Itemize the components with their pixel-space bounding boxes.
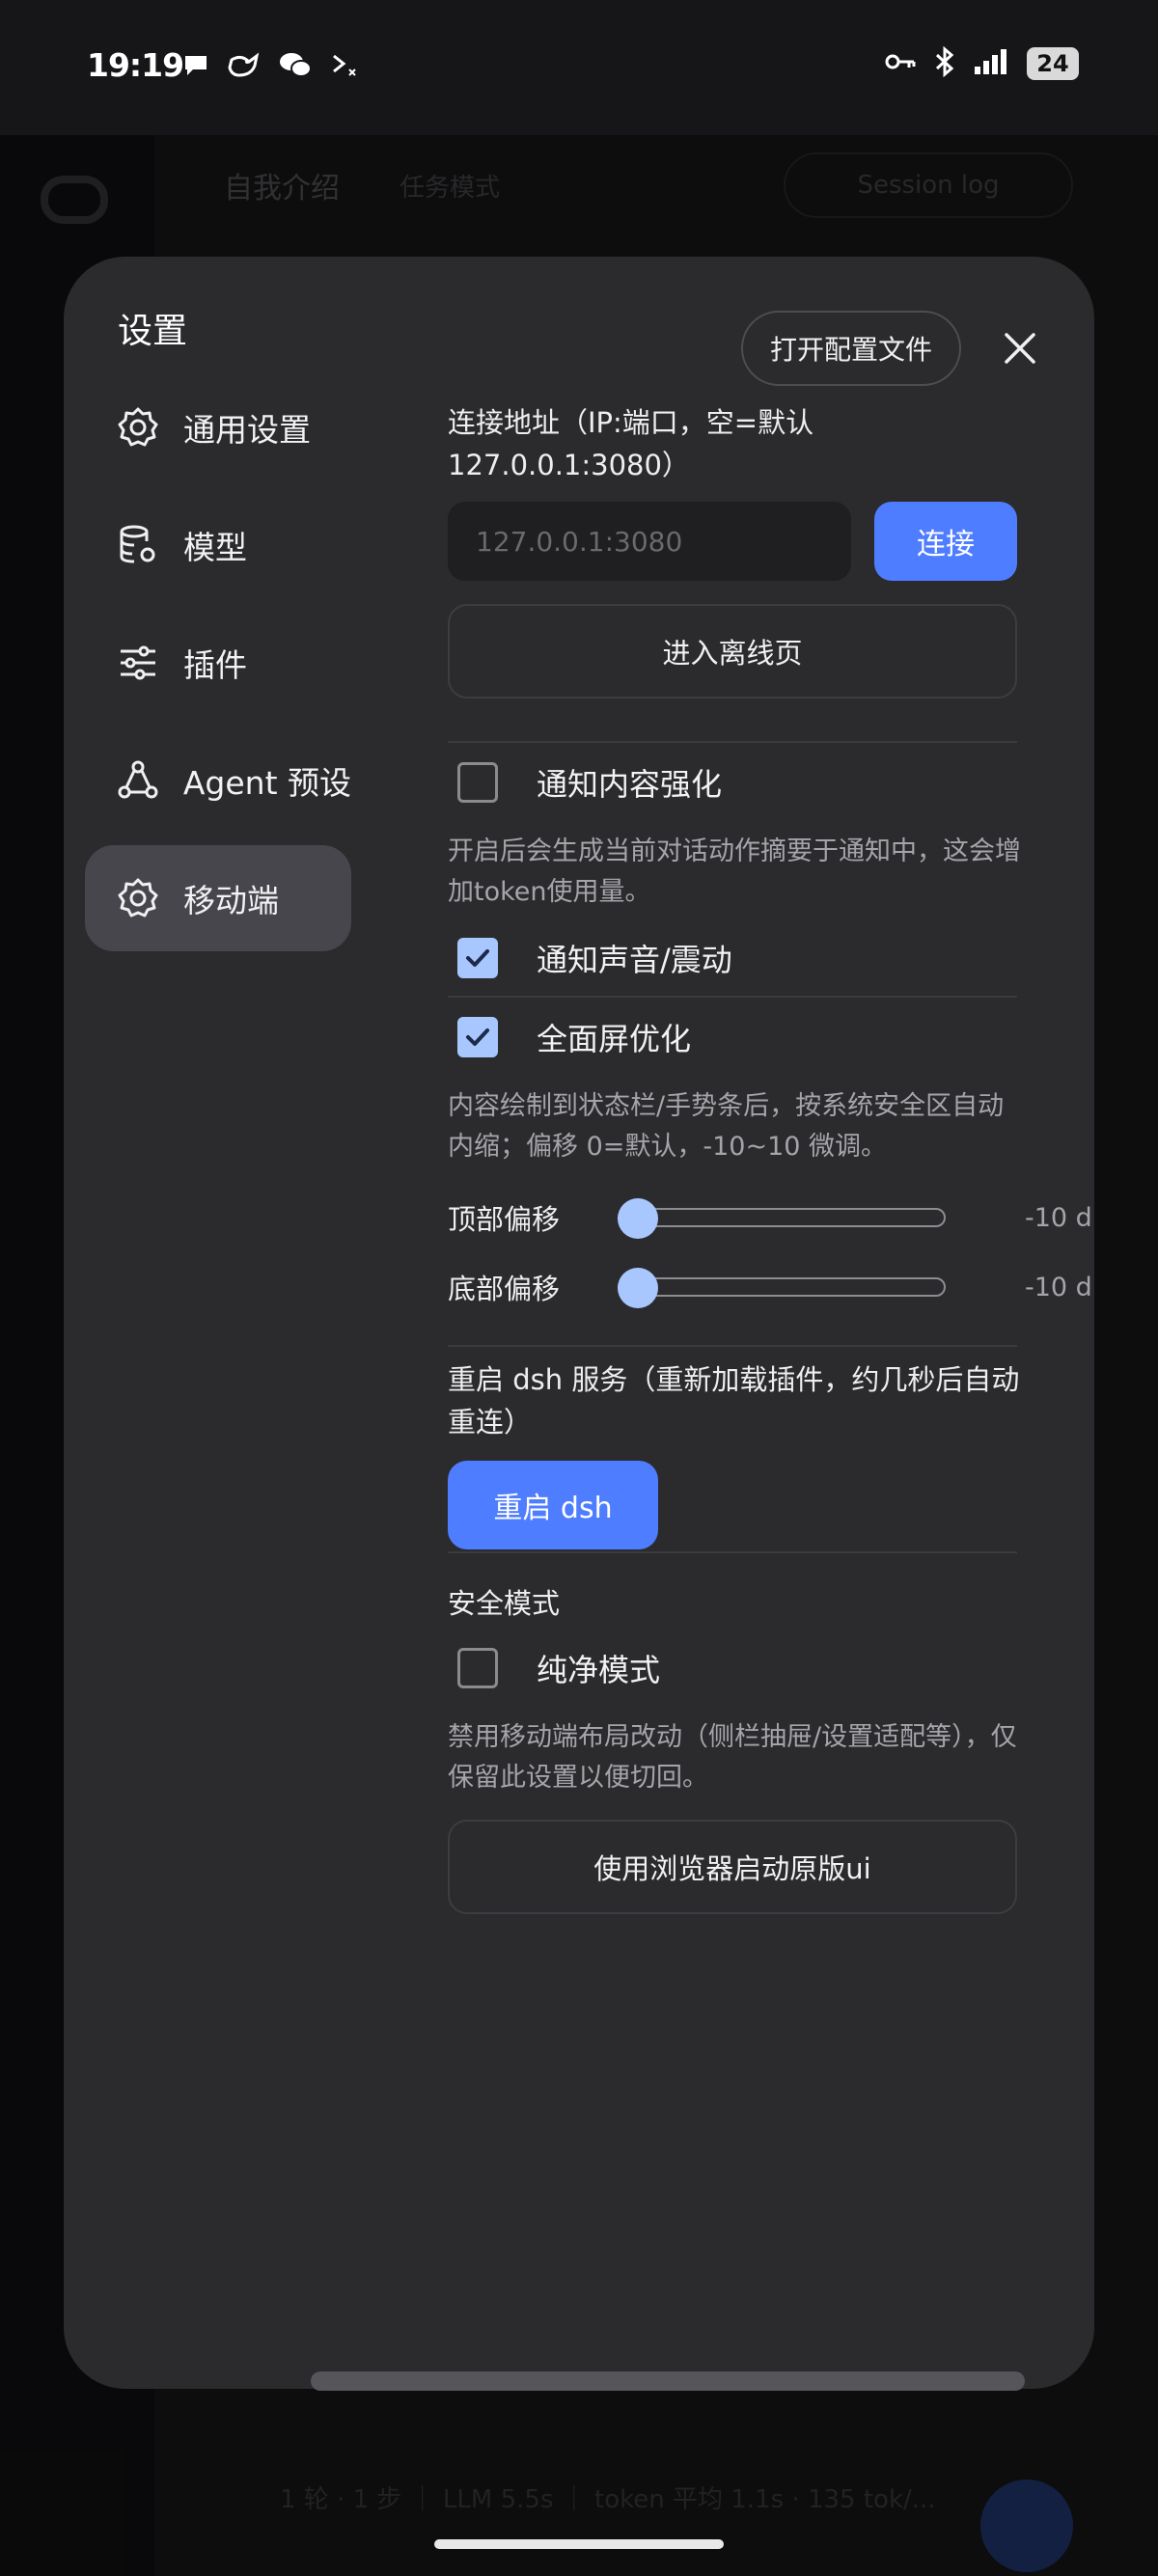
check-icon — [466, 1028, 489, 1046]
browser-ui-button[interactable]: 使用浏览器启动原版ui — [448, 1820, 1017, 1914]
restart-dsh-button[interactable]: 重启 dsh — [448, 1461, 658, 1549]
fullscreen-help: 内容绘制到状态栏/手势条后，按系统安全区自动内缩；偏移 0=默认，-10~10 … — [448, 1091, 1005, 1162]
pure-mode-label: 纯净模式 — [537, 1652, 661, 1688]
offline-page-button[interactable]: 进入离线页 — [448, 604, 1017, 699]
settings-nav: 通用设置 模型 插件 Agent 预设 移动端 — [85, 374, 351, 963]
divider — [448, 996, 1017, 998]
signal-icon — [973, 47, 1009, 80]
nav-item-general[interactable]: 通用设置 — [85, 374, 351, 480]
restart-label: 重启 dsh 服务（重新加载插件，约几秒后自动重连） — [448, 1363, 1020, 1439]
top-offset-slider[interactable] — [618, 1198, 946, 1239]
nav-label: 通用设置 — [183, 411, 311, 449]
pure-mode-row[interactable]: 纯净模式 — [448, 1646, 1085, 1690]
wechat-icon — [278, 50, 313, 83]
top-offset-label: 顶部偏移 — [448, 1203, 561, 1236]
pure-mode-help: 禁用移动端布局改动（侧栏抽屉/设置适配等），仅保留此设置以便切回。 — [448, 1722, 1017, 1793]
nodes-icon — [116, 758, 160, 803]
nav-label: 插件 — [183, 646, 247, 684]
address-input[interactable] — [448, 502, 851, 581]
gear-icon — [116, 876, 160, 920]
key-icon — [884, 50, 917, 77]
nav-label: 移动端 — [183, 882, 279, 919]
top-offset-value: -10 dp — [1025, 1202, 1094, 1233]
dialog-scrollbar[interactable] — [311, 2371, 1025, 2391]
nav-item-plugins[interactable]: 插件 — [85, 610, 351, 716]
dialog-title: 设置 — [118, 312, 188, 351]
check-icon — [466, 949, 489, 967]
notify-enhance-checkbox[interactable] — [457, 762, 498, 803]
open-config-button[interactable]: 打开配置文件 — [741, 311, 961, 386]
nav-item-mobile[interactable]: 移动端 — [85, 845, 351, 951]
close-icon[interactable] — [992, 320, 1048, 376]
divider — [448, 741, 1017, 743]
gesture-bar[interactable] — [434, 2539, 724, 2549]
notify-enhance-label: 通知内容强化 — [537, 766, 723, 803]
nav-label: 模型 — [183, 529, 247, 566]
nav-item-model[interactable]: 模型 — [85, 492, 351, 598]
divider — [448, 1551, 1017, 1553]
notify-enhance-row[interactable]: 通知内容强化 — [448, 760, 1085, 805]
fullscreen-label: 全面屏优化 — [537, 1021, 692, 1057]
nav-label: Agent 预设 — [182, 764, 351, 802]
battery-icon: 24 — [1027, 47, 1079, 80]
notify-sound-checkbox[interactable] — [457, 938, 498, 978]
top-offset-row: 顶部偏移 -10 dp — [448, 1189, 1094, 1247]
chat-bubble-icon — [181, 50, 210, 83]
nav-item-agent-preset[interactable]: Agent 预设 — [85, 727, 351, 834]
fullscreen-checkbox[interactable] — [457, 1017, 498, 1057]
notify-sound-row[interactable]: 通知声音/震动 — [448, 936, 1085, 980]
bottom-offset-label: 底部偏移 — [448, 1273, 561, 1305]
status-time: 19:19 — [87, 46, 184, 84]
safe-mode-title: 安全模式 — [448, 1587, 561, 1620]
top-offset-thumb[interactable] — [618, 1198, 658, 1239]
bottom-offset-slider[interactable] — [618, 1268, 946, 1308]
gear-icon — [116, 405, 160, 450]
connect-button[interactable]: 连接 — [874, 502, 1017, 581]
settings-dialog: 设置 打开配置文件 通用设置 模型 插件 Agent 预设 移动端 连接地址（I… — [64, 257, 1094, 2389]
notify-sound-label: 通知声音/震动 — [537, 942, 732, 978]
fullscreen-row[interactable]: 全面屏优化 — [448, 1015, 1085, 1059]
pure-mode-checkbox[interactable] — [457, 1648, 498, 1688]
bird-icon — [228, 50, 261, 83]
bottom-offset-value: -10 dp — [1025, 1272, 1094, 1302]
database-gear-icon — [116, 523, 160, 567]
bluetooth-icon — [934, 45, 955, 81]
terminal-icon — [330, 50, 359, 83]
divider — [448, 1345, 1017, 1347]
connection-label: 连接地址（IP:端口，空=默认 127.0.0.1:3080） — [448, 406, 814, 481]
bottom-offset-thumb[interactable] — [618, 1268, 658, 1308]
status-bar: 19:19 24 — [0, 0, 1158, 135]
notify-enhance-help: 开启后会生成当前对话动作摘要于通知中，这会增加token使用量。 — [448, 836, 1021, 907]
bottom-offset-row: 底部偏移 -10 dp — [448, 1258, 1094, 1316]
sliders-icon — [116, 641, 160, 685]
settings-content: 连接地址（IP:端口，空=默认 127.0.0.1:3080） 连接 进入离线页… — [448, 401, 1094, 1914]
